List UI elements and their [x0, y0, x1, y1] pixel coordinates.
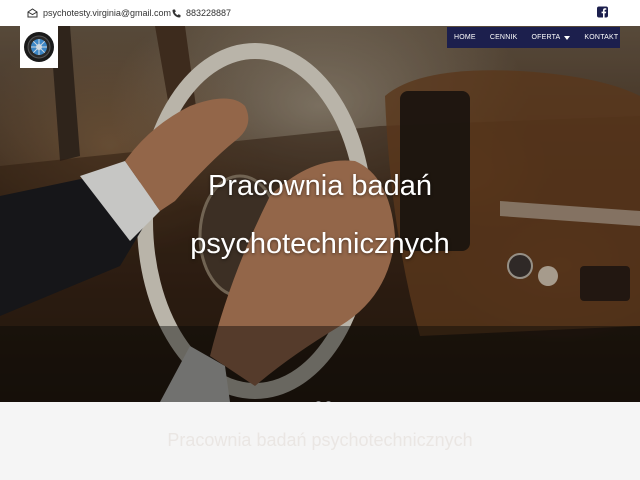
phone-text[interactable]: 883228887 [186, 8, 231, 18]
caret-down-icon [564, 35, 571, 40]
nav-item-home[interactable]: HOME [447, 27, 483, 48]
nav-item-oferta[interactable]: OFERTA [524, 27, 577, 48]
main-navigation: HOME CENNIK OFERTA KONTAKT [447, 27, 620, 48]
nav-item-label: CENNIK [489, 34, 518, 41]
nav-item-cennik[interactable]: CENNIK [483, 27, 525, 48]
hero-title-line-2: psychotechnicznych [190, 228, 450, 260]
envelope-icon [27, 8, 38, 18]
phone-contact[interactable]: 883228887 [172, 0, 231, 26]
hero-title-line-1: Pracownia badań [207, 170, 433, 202]
hero-slider: Pracownia badań psychotechnicznych [0, 26, 640, 402]
email-text[interactable]: psychotesty.virginia@gmail.com [43, 8, 171, 18]
section-title: Pracownia badań psychotechnicznych [167, 430, 473, 450]
nav-item-label: OFERTA [531, 34, 561, 41]
nav-item-label: HOME [454, 34, 476, 41]
intro-section: Pracownia badań psychotechnicznych [0, 402, 640, 480]
email-contact[interactable]: psychotesty.virginia@gmail.com [27, 0, 171, 26]
nav-item-kontakt[interactable]: KONTAKT [577, 27, 625, 48]
top-bar: psychotesty.virginia@gmail.com 883228887 [0, 0, 640, 26]
nav-item-label: KONTAKT [584, 34, 619, 41]
facebook-icon[interactable] [597, 6, 608, 18]
tire-logo-icon [24, 32, 54, 62]
site-logo[interactable] [20, 26, 58, 68]
phone-icon [172, 9, 181, 17]
